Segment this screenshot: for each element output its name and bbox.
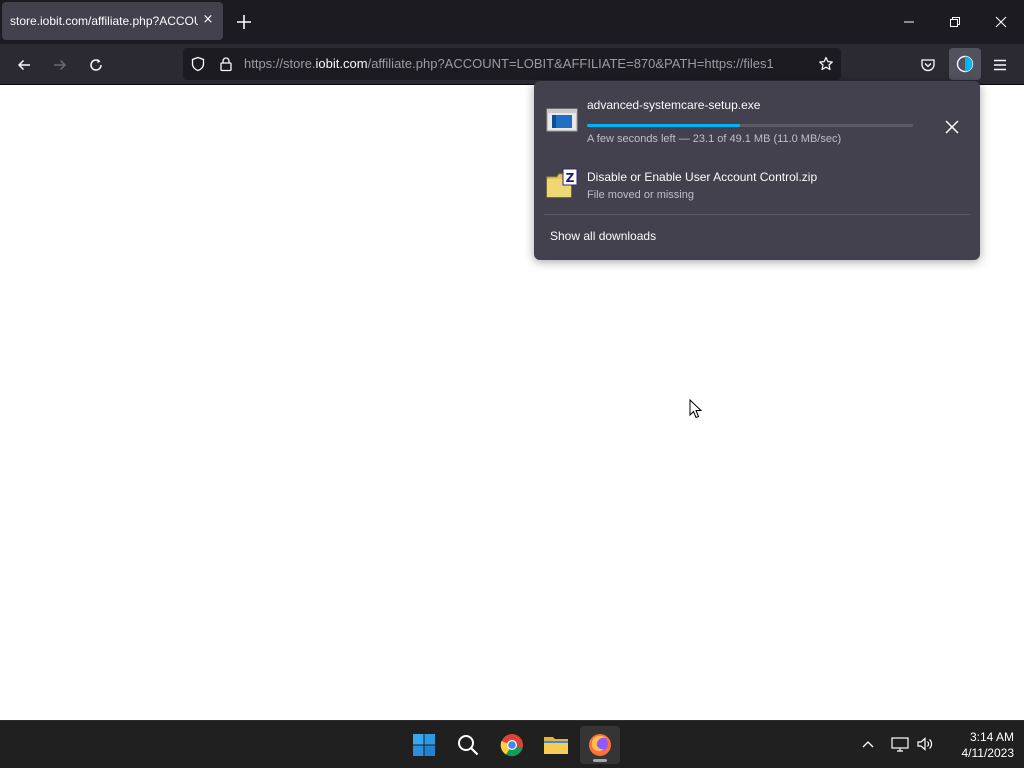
minimize-icon [904,21,914,23]
chevron-up-icon [862,741,874,748]
mouse-cursor-icon [689,399,703,419]
chrome-icon [500,734,523,757]
reload-button[interactable] [83,52,109,78]
download-progress-icon [956,55,974,73]
pocket-button[interactable] [915,52,941,78]
url-text[interactable]: https://store.iobit.com/affiliate.php?AC… [244,56,804,74]
download-item[interactable]: advanced-systemcare-setup.exe A few seco… [534,87,980,151]
tab-active[interactable]: store.iobit.com/affiliate.php?ACCOUNT × [2,2,223,40]
address-bar[interactable]: https://store.iobit.com/affiliate.php?AC… [183,48,841,80]
taskbar-firefox[interactable] [580,726,620,764]
back-button[interactable] [11,52,37,78]
close-icon [995,16,1007,28]
restore-icon [950,17,960,27]
download-progress-fill [587,124,741,127]
firefox-icon [589,734,611,756]
plus-icon [237,15,251,29]
reload-icon [90,59,102,71]
arrow-left-icon [17,59,30,71]
menu-button[interactable] [987,52,1013,78]
volume-tray-button[interactable] [915,734,935,754]
network-tray-button[interactable] [890,734,910,754]
title-bar: store.iobit.com/affiliate.php?ACCOUNT × [0,0,1024,44]
speaker-icon [917,737,933,751]
file-explorer-icon [544,737,568,754]
taskbar-chrome[interactable] [492,726,532,764]
bookmark-star-icon[interactable] [818,56,834,72]
taskbar: 3:14 AM 4/11/2023 [0,720,1024,768]
new-tab-button[interactable] [233,11,255,33]
system-clock[interactable]: 3:14 AM 4/11/2023 [940,729,1015,761]
close-window-button[interactable] [986,8,1016,36]
start-button[interactable] [404,726,444,764]
show-all-downloads-link[interactable]: Show all downloads [550,229,656,243]
tab-title: store.iobit.com/affiliate.php?ACCOUNT [10,14,198,28]
shield-icon[interactable] [190,56,206,72]
url-prefix: https://store. [244,56,316,71]
running-indicator [593,759,607,762]
download-status: A few seconds left — 23.1 of 49.1 MB (11… [587,133,842,145]
taskbar-search-button[interactable] [448,726,488,764]
url-host: iobit.com [315,56,368,71]
close-icon [945,120,959,134]
download-filename: Disable or Enable User Account Control.z… [587,170,818,184]
windows-start-icon [413,734,435,756]
pocket-icon [921,59,935,72]
network-icon [891,737,909,752]
download-progress-bar [587,124,913,127]
clock-date: 4/11/2023 [961,746,1015,760]
exe-file-icon [545,103,579,137]
svg-text:Z: Z [566,171,575,185]
tab-close-icon[interactable]: × [201,13,215,27]
download-status: File moved or missing [587,189,694,201]
navigation-toolbar: https://store.iobit.com/affiliate.php?AC… [0,44,1024,85]
divider [544,214,970,215]
clock-time: 3:14 AM [969,730,1014,744]
search-icon [458,735,479,756]
downloads-panel: advanced-systemcare-setup.exe A few seco… [534,81,980,260]
minimize-button[interactable] [894,8,924,36]
cancel-download-button[interactable] [939,114,965,140]
taskbar-file-explorer[interactable] [536,726,576,764]
downloads-button[interactable] [949,48,981,80]
download-item[interactable]: Z Disable or Enable User Account Control… [534,153,980,217]
restore-button[interactable] [940,8,970,36]
download-filename: advanced-systemcare-setup.exe [587,98,761,112]
lock-icon[interactable] [218,56,234,72]
forward-button[interactable] [47,52,73,78]
arrow-right-icon [54,59,67,71]
zip-file-icon: Z [545,167,579,201]
show-hidden-icons-button[interactable] [858,734,878,754]
url-path: /affiliate.php?ACCOUNT=LOBIT&AFFILIATE=8… [367,56,774,71]
hamburger-menu-icon [994,59,1006,71]
